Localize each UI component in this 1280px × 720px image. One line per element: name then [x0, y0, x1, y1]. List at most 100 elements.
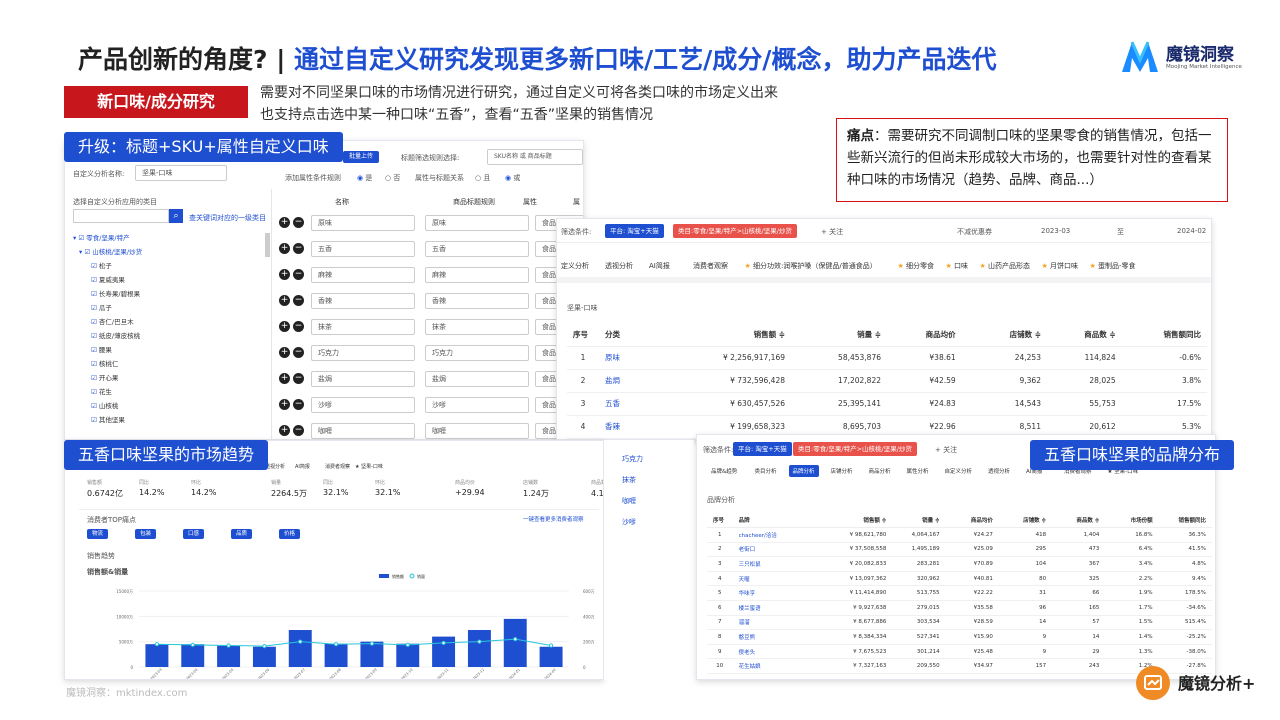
- bar[interactable]: [252, 646, 276, 667]
- follow-link[interactable]: + 关注: [821, 227, 843, 237]
- table-cell[interactable]: 香辣: [599, 415, 663, 438]
- tree-item[interactable]: ▾ ☑ 零食/坚果/特产: [73, 231, 263, 245]
- column-header[interactable]: 销售额 ≑: [663, 323, 791, 346]
- or-radio[interactable]: ◉ 或: [505, 173, 520, 183]
- more-consumer-link[interactable]: 一键查看更多消费者观察: [523, 515, 584, 523]
- column-header[interactable]: 商品均价: [887, 323, 962, 346]
- rule-name-input[interactable]: 香辣: [311, 293, 415, 309]
- checkbox-icon[interactable]: ☑: [91, 360, 99, 368]
- line-point[interactable]: [190, 642, 195, 647]
- tree-item[interactable]: ☑ 开心果: [73, 371, 263, 385]
- brand-category-chip[interactable]: 类目:零食/坚果/特产>山核桃/坚果/炒货: [793, 442, 917, 456]
- brand-tab[interactable]: 品牌&趋势: [707, 465, 741, 477]
- brand-tab[interactable]: 商品分析: [865, 465, 895, 477]
- tree-item[interactable]: ☑ 腰果: [73, 343, 263, 357]
- line-point[interactable]: [262, 644, 267, 649]
- date-to[interactable]: 2024-02: [1177, 227, 1206, 235]
- analysis-tab[interactable]: AI简报: [649, 261, 670, 271]
- column-header[interactable]: 序号: [707, 513, 733, 528]
- checkbox-icon[interactable]: ▾ ☑: [79, 248, 92, 256]
- tree-item[interactable]: ☑ 瓜子: [73, 301, 263, 315]
- rule-name-input[interactable]: 巧克力: [311, 345, 415, 361]
- table-row[interactable]: 8 憨豆熊 ¥ 8,384,334 527,341 ¥15.90 9 14 1.4% -25.2…: [707, 630, 1212, 645]
- checkbox-icon[interactable]: ☑: [91, 332, 99, 340]
- checkbox-icon[interactable]: ☑: [91, 290, 99, 298]
- remove-icon[interactable]: −: [293, 217, 304, 228]
- rule-name-input[interactable]: 抹茶: [311, 319, 415, 335]
- match-rule-select[interactable]: SKU名称 或 商品标题: [487, 149, 583, 165]
- bar[interactable]: [288, 630, 312, 667]
- checkbox-icon[interactable]: ☑: [91, 374, 99, 382]
- column-header[interactable]: 商品均价: [946, 513, 999, 528]
- table-cell[interactable]: 原味: [599, 346, 663, 369]
- checkbox-icon[interactable]: ☑: [91, 262, 99, 270]
- remove-icon[interactable]: −: [293, 425, 304, 436]
- tree-item[interactable]: ☑ 山核桃: [73, 399, 263, 413]
- trend-tab[interactable]: ★ 坚果-口味: [355, 463, 383, 470]
- pain-chip[interactable]: 物流: [87, 529, 109, 539]
- brand-tab[interactable]: 店铺分析: [827, 465, 857, 477]
- analysis-tab[interactable]: ★ 月饼口味: [1042, 261, 1079, 271]
- column-header[interactable]: 店铺数 ≑: [962, 323, 1047, 346]
- brand-tab[interactable]: 类目分析: [751, 465, 781, 477]
- column-header[interactable]: 店铺数 ≑: [999, 513, 1052, 528]
- legend-label[interactable]: 销售额: [392, 573, 404, 579]
- rule-name-input[interactable]: 原味: [311, 215, 415, 231]
- tabs-scrollbar[interactable]: [557, 277, 1211, 283]
- rule-title-input[interactable]: 五香: [425, 241, 529, 257]
- category-search-input[interactable]: [73, 209, 169, 223]
- remove-icon[interactable]: −: [293, 321, 304, 332]
- yes-radio[interactable]: ◉ 是: [357, 173, 372, 183]
- add-icon[interactable]: +: [279, 399, 290, 410]
- brand-tab[interactable]: 品牌分析: [788, 465, 819, 477]
- table-row[interactable]: 1 原味 ¥ 2,256,917,169 58,453,876 ¥38.61 24,253…: [567, 346, 1207, 369]
- rule-name-input[interactable]: 五香: [311, 241, 415, 257]
- checkbox-icon[interactable]: ☑: [91, 304, 99, 312]
- table-row[interactable]: 4 天喔 ¥ 13,097,362 320,962 ¥40.81 80 325 2.2% 9.4…: [707, 571, 1212, 586]
- brand-platform-chip[interactable]: 平台: 淘宝+天猫: [733, 442, 792, 456]
- table-row[interactable]: 6 楼兰蜜语 ¥ 9,927,638 279,015 ¥35.58 96 165 1.7% -3…: [707, 601, 1212, 616]
- tree-item[interactable]: ☑ 杏仁/巴旦木: [73, 315, 263, 329]
- trend-tab[interactable]: 消费者观察: [325, 463, 350, 470]
- pain-chip[interactable]: 包装: [135, 529, 157, 539]
- column-header[interactable]: 商品数 ≑: [1052, 513, 1105, 528]
- remove-icon[interactable]: −: [293, 295, 304, 306]
- rule-name-input[interactable]: 盐焗: [311, 371, 415, 387]
- bar[interactable]: [503, 618, 527, 667]
- legend-label[interactable]: 销量: [417, 573, 425, 579]
- remove-icon[interactable]: −: [293, 399, 304, 410]
- table-row[interactable]: 5 华味亨 ¥ 11,414,890 513,755 ¥22.22 31 66 1.9% 178…: [707, 586, 1212, 601]
- column-header[interactable]: 销售额同比: [1122, 323, 1207, 346]
- table-cell[interactable]: 天喔: [733, 571, 818, 586]
- table-row[interactable]: 2 老街口 ¥ 37,508,558 1,495,189 ¥25.09 295 473 6.4…: [707, 542, 1212, 557]
- keyword-category-link[interactable]: 查关键词对应的一级类目: [189, 213, 266, 223]
- line-point[interactable]: [226, 643, 231, 648]
- tree-item[interactable]: ☑ 松子: [73, 259, 263, 273]
- add-icon[interactable]: +: [279, 243, 290, 254]
- table-cell[interactable]: 憨豆熊: [733, 630, 818, 645]
- column-header[interactable]: 销量 ≑: [892, 513, 945, 528]
- checkbox-icon[interactable]: ☑: [91, 402, 99, 410]
- analysis-tab[interactable]: ★ 口味: [946, 261, 969, 271]
- table-cell[interactable]: 华味亨: [733, 586, 818, 601]
- analysis-tab[interactable]: ★ 蛋制品-零食: [1090, 261, 1136, 271]
- rule-title-input[interactable]: 沙嗲: [425, 397, 529, 413]
- bar[interactable]: [217, 645, 241, 667]
- table-cell[interactable]: 溜溜: [733, 615, 818, 630]
- analysis-tab[interactable]: ★ 细分功效:润喉护嗓（保健品/普通食品）: [745, 261, 877, 271]
- rule-name-input[interactable]: 咖喱: [311, 423, 415, 439]
- add-icon[interactable]: +: [279, 321, 290, 332]
- analysis-tab[interactable]: 消费者观察: [693, 261, 728, 271]
- table-cell[interactable]: 花生姑娘: [733, 659, 818, 674]
- column-header[interactable]: 市场份额: [1105, 513, 1158, 528]
- coupon-select[interactable]: 不减优惠券: [957, 227, 992, 237]
- and-radio[interactable]: ○ 且: [475, 173, 490, 183]
- remove-icon[interactable]: −: [293, 347, 304, 358]
- column-header[interactable]: 品牌: [733, 513, 818, 528]
- tree-item[interactable]: ☑ 其他坚果: [73, 413, 263, 427]
- remove-icon[interactable]: −: [293, 269, 304, 280]
- checkbox-icon[interactable]: ☑: [91, 276, 99, 284]
- pain-chip[interactable]: 口感: [183, 529, 205, 539]
- platform-chip[interactable]: 平台: 淘宝+天猫: [605, 224, 664, 238]
- bar[interactable]: [467, 630, 491, 667]
